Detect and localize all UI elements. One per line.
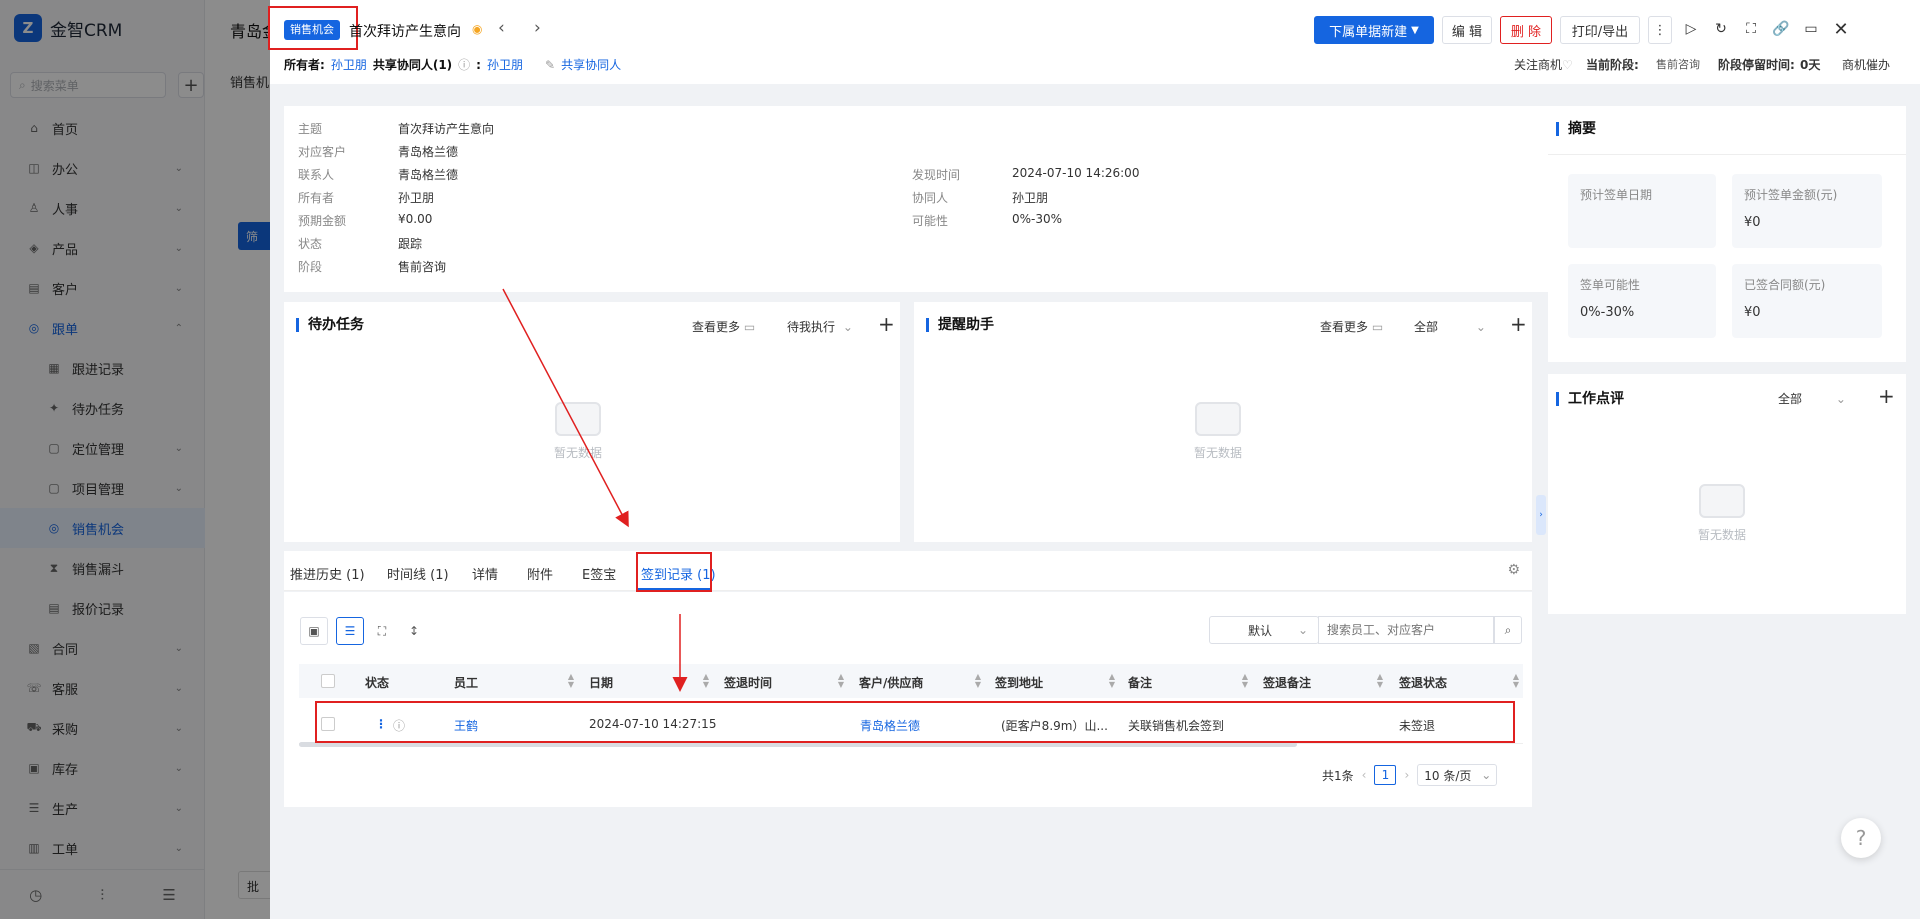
- annotation-arrow: [502, 288, 629, 528]
- annotation-arrows: [502, 288, 688, 692]
